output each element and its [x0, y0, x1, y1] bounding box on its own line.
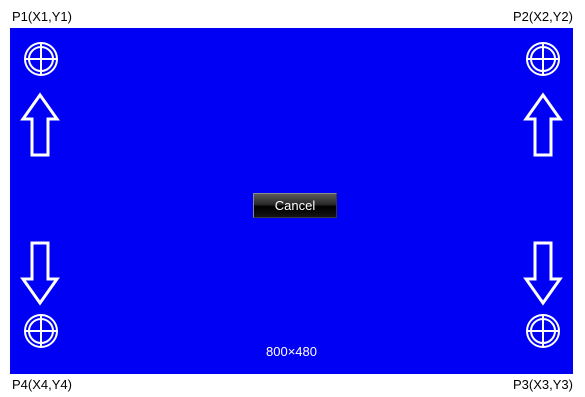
- corner-label-p4: P4(X4,Y4): [12, 377, 72, 392]
- corner-label-p3: P3(X3,Y3): [513, 377, 573, 392]
- arrow-up-icon: [20, 92, 60, 157]
- touch-calibration-view: P1(X1,Y1) P2(X2,Y2) P3(X3,Y3) P4(X4,Y4): [0, 0, 585, 397]
- crosshair-circle-icon[interactable]: [525, 41, 561, 77]
- resolution-text: 800×480: [266, 344, 317, 359]
- corner-label-p2: P2(X2,Y2): [513, 9, 573, 24]
- calibration-screen[interactable]: Cancel 800×480: [10, 28, 573, 374]
- crosshair-circle-icon[interactable]: [23, 41, 59, 77]
- arrow-up-icon: [523, 92, 563, 157]
- arrow-down-icon: [523, 241, 563, 306]
- arrow-down-icon: [20, 241, 60, 306]
- cancel-button[interactable]: Cancel: [253, 193, 337, 218]
- corner-label-p1: P1(X1,Y1): [12, 9, 72, 24]
